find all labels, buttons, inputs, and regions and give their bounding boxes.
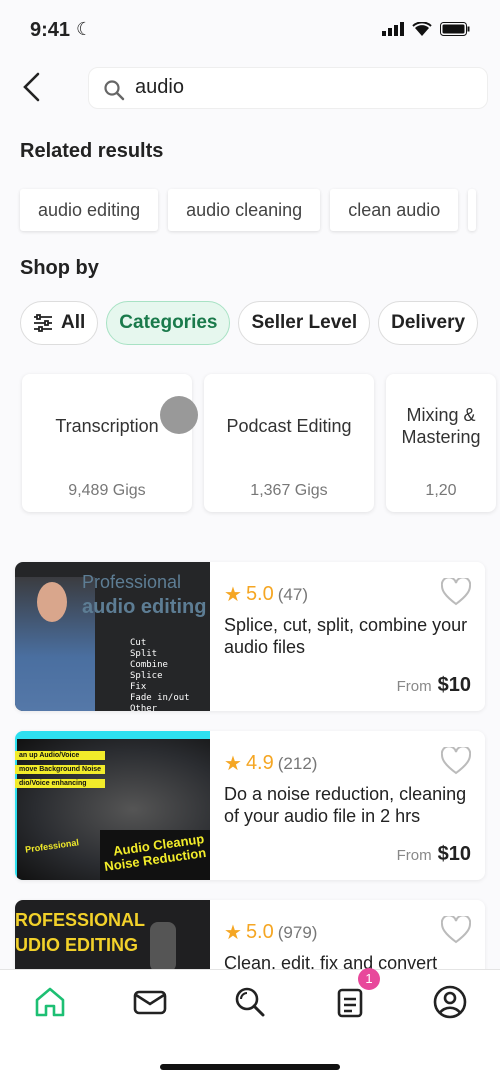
status-bar: 9:41 ☾ [0, 0, 500, 60]
category-card[interactable]: Transcription 9,489 Gigs [22, 374, 192, 512]
gig-title[interactable]: Splice, cut, split, combine your audio f… [224, 614, 471, 658]
price-value: $10 [437, 674, 471, 696]
signal-icon [382, 22, 404, 36]
heart-icon[interactable] [441, 578, 471, 606]
gig-price: From $10 [397, 843, 471, 866]
search-input[interactable] [135, 76, 455, 99]
inbox-icon[interactable] [132, 984, 168, 1020]
filter-categories[interactable]: Categories [106, 301, 231, 345]
price-prefix: From [396, 847, 432, 864]
thumb-text: an up Audio/Voice [15, 751, 106, 760]
related-chip[interactable] [468, 189, 477, 231]
star-icon: ★ [224, 922, 242, 944]
clock: 9:41 [30, 19, 71, 41]
thumb-text: ROFESSIONAL [15, 910, 146, 930]
gig-card[interactable]: Professional audio editing Cut Split Com… [15, 562, 485, 711]
review-count: (47) [277, 584, 308, 604]
category-title: Mixing & Mastering [401, 405, 481, 447]
thumb-text: dio/Voice enhancing [15, 779, 106, 788]
home-icon[interactable] [32, 984, 68, 1020]
rating-value: 5.0 [245, 921, 274, 943]
search-icon [104, 80, 125, 101]
related-results-heading: Related results [20, 140, 164, 162]
profile-icon[interactable] [432, 984, 468, 1020]
back-button[interactable] [18, 70, 48, 104]
thumb-text: Professional [82, 572, 182, 592]
price-value: $10 [437, 843, 471, 865]
star-icon: ★ [224, 753, 242, 775]
battery-icon [440, 22, 470, 36]
search-nav-icon[interactable] [232, 984, 268, 1020]
filter-seller-level[interactable]: Seller Level [238, 301, 371, 345]
filter-all[interactable]: All [20, 301, 99, 345]
thumb-text: Cut Split Combine Splice Fix Fade in/out… [130, 638, 190, 711]
thumb-text: move Background Noise [15, 765, 106, 774]
shop-by-heading: Shop by [20, 257, 99, 279]
gig-price: From $10 [397, 674, 471, 697]
review-count: (212) [277, 753, 318, 773]
bottom-nav: 1 [0, 968, 500, 1080]
category-count: 1,20 [425, 482, 457, 499]
orders-icon[interactable] [332, 984, 368, 1020]
category-card[interactable]: Mixing & Mastering 1,20 [386, 374, 496, 512]
filter-label: All [61, 312, 86, 333]
price-prefix: From [396, 678, 432, 695]
moon-icon: ☾ [76, 19, 93, 39]
sliders-icon [34, 314, 52, 332]
heart-icon[interactable] [441, 747, 471, 775]
thumb-text: UDIO EDITING [15, 935, 139, 955]
gig-card[interactable]: an up Audio/Voice move Background Noise … [15, 731, 485, 880]
gig-title[interactable]: Do a noise reduction, cleaning of your a… [224, 783, 471, 827]
rating-value: 4.9 [245, 752, 274, 774]
review-count: (979) [277, 922, 318, 942]
related-chip[interactable]: audio editing [20, 189, 159, 231]
category-title: Podcast Editing [226, 416, 352, 436]
wifi-icon [412, 22, 432, 36]
search-bar[interactable] [88, 67, 488, 109]
home-indicator [160, 1064, 340, 1070]
orders-badge: 1 [358, 968, 380, 990]
filter-delivery[interactable]: Delivery [378, 301, 479, 345]
gig-thumbnail: Professional audio editing Cut Split Com… [15, 562, 210, 711]
gig-thumbnail: an up Audio/Voice move Background Noise … [15, 731, 210, 880]
heart-icon[interactable] [441, 916, 471, 944]
microphone-image [150, 922, 176, 972]
rating-value: 5.0 [245, 583, 274, 605]
category-count: 1,367 Gigs [250, 482, 328, 499]
related-chip[interactable]: clean audio [330, 189, 459, 231]
thumb-text: audio editing [82, 596, 207, 618]
related-chip[interactable]: audio cleaning [168, 189, 321, 231]
touch-indicator [160, 396, 198, 434]
category-count: 9,489 Gigs [68, 482, 146, 499]
category-card[interactable]: Podcast Editing 1,367 Gigs [204, 374, 374, 512]
star-icon: ★ [224, 584, 242, 606]
